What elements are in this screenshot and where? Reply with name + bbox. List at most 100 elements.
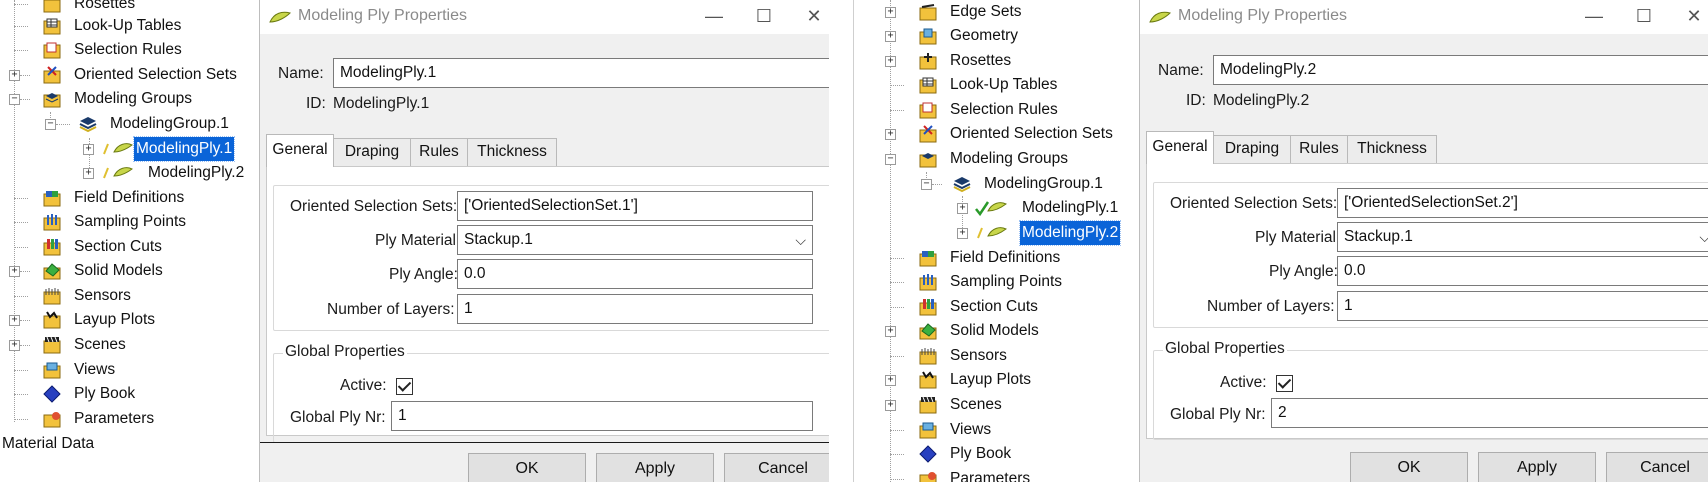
tab-general[interactable]: General bbox=[1146, 131, 1214, 164]
expand-icon[interactable]: + bbox=[83, 144, 94, 155]
ok-button[interactable]: OK bbox=[1350, 452, 1468, 482]
ply-material-select[interactable]: Stackup.1 ⌵ bbox=[1337, 222, 1708, 252]
tree-item-label: Scenes bbox=[74, 336, 126, 353]
ok-button[interactable]: OK bbox=[468, 453, 586, 482]
tree-item-selection-rules[interactable]: Selection Rules bbox=[854, 98, 1140, 122]
tree-item-ply-book[interactable]: Ply Book bbox=[0, 382, 260, 406]
tree-item-parameters[interactable]: Parameters bbox=[0, 407, 260, 431]
tab-rules[interactable]: Rules bbox=[410, 138, 468, 166]
expand-icon[interactable]: + bbox=[9, 266, 20, 277]
maximize-button[interactable]: ☐ bbox=[749, 4, 779, 28]
tab-thickness[interactable]: Thickness bbox=[1347, 135, 1437, 163]
tree-item-lookup-tables[interactable]: Look-Up Tables bbox=[0, 14, 260, 38]
left-tree-view[interactable]: Rosettes Look-Up Tables Selection Rules … bbox=[0, 0, 260, 482]
right-tree-view[interactable]: + Edge Sets + Geometry + Rosettes Look-U… bbox=[854, 0, 1140, 482]
expand-icon[interactable]: + bbox=[885, 56, 896, 67]
dialog-titlebar[interactable]: Modeling Ply Properties — ☐ ✕ bbox=[260, 0, 829, 34]
tree-item-modeling-group-1[interactable]: − ModelingGroup.1 bbox=[854, 172, 1140, 196]
tree-item-modeling-ply-1[interactable]: + ModelingPly.1 bbox=[854, 196, 1140, 220]
number-of-layers-field[interactable]: 1 bbox=[1337, 291, 1708, 321]
tab-thickness[interactable]: Thickness bbox=[467, 138, 557, 166]
tree-item-oriented-selection-sets[interactable]: + Oriented Selection Sets bbox=[854, 122, 1140, 146]
tree-item-sensors[interactable]: Sensors bbox=[0, 284, 260, 308]
tree-item-modeling-ply-2[interactable]: + ModelingPly.2 bbox=[854, 220, 1140, 246]
collapse-icon[interactable]: − bbox=[9, 94, 20, 105]
tree-item-scenes[interactable]: + Scenes bbox=[0, 333, 260, 357]
tree-item-oriented-selection-sets[interactable]: + Oriented Selection Sets bbox=[0, 63, 260, 87]
tree-item-lookup-tables[interactable]: Look-Up Tables bbox=[854, 73, 1140, 97]
tree-item-selection-rules[interactable]: Selection Rules bbox=[0, 38, 260, 62]
tree-item-sampling-points[interactable]: Sampling Points bbox=[0, 210, 260, 234]
tree-item-modeling-ply-2[interactable]: + ModelingPly.2 bbox=[0, 161, 260, 185]
oriented-selection-sets-field[interactable]: ['OrientedSelectionSet.2'] bbox=[1337, 188, 1708, 218]
cancel-button[interactable]: Cancel bbox=[1606, 452, 1708, 482]
tree-item-sensors[interactable]: Sensors bbox=[854, 344, 1140, 368]
ply-material-select[interactable]: Stackup.1 ⌵ bbox=[457, 225, 813, 255]
active-checkbox[interactable] bbox=[396, 378, 413, 395]
global-ply-nr-label: Global Ply Nr: bbox=[1170, 406, 1266, 423]
number-of-layers-field[interactable]: 1 bbox=[457, 294, 813, 324]
tree-item-field-definitions[interactable]: Field Definitions bbox=[0, 186, 260, 210]
collapse-icon[interactable]: − bbox=[921, 179, 932, 190]
minimize-button[interactable]: — bbox=[1579, 4, 1609, 28]
expand-icon[interactable]: + bbox=[885, 129, 896, 140]
expand-icon[interactable]: + bbox=[9, 315, 20, 326]
tab-general[interactable]: General bbox=[266, 134, 334, 167]
tree-item-modeling-groups[interactable]: − Modeling Groups bbox=[854, 147, 1140, 171]
selection-rules-icon bbox=[919, 102, 937, 119]
ply-angle-field[interactable]: 0.0 bbox=[1337, 256, 1708, 286]
tree-item-field-definitions[interactable]: Field Definitions bbox=[854, 246, 1140, 270]
tree-item-section-cuts[interactable]: Section Cuts bbox=[0, 235, 260, 259]
tree-item-sampling-points[interactable]: Sampling Points bbox=[854, 270, 1140, 294]
maximize-button[interactable]: ☐ bbox=[1629, 4, 1659, 28]
expand-icon[interactable]: + bbox=[83, 168, 94, 179]
minimize-button[interactable]: — bbox=[699, 4, 729, 28]
selection-rules-icon bbox=[43, 42, 61, 59]
dialog-titlebar[interactable]: Modeling Ply Properties — ☐ ✕ bbox=[1140, 0, 1708, 34]
expand-icon[interactable]: + bbox=[885, 400, 896, 411]
tree-item-layup-plots[interactable]: + Layup Plots bbox=[854, 368, 1140, 392]
tree-item-edge-sets[interactable]: + Edge Sets bbox=[854, 0, 1140, 24]
expand-icon[interactable]: + bbox=[885, 375, 896, 386]
apply-button[interactable]: Apply bbox=[1478, 452, 1596, 482]
tree-item-solid-models[interactable]: + Solid Models bbox=[854, 319, 1140, 343]
tree-item-views[interactable]: Views bbox=[854, 418, 1140, 442]
tree-item-geometry[interactable]: + Geometry bbox=[854, 24, 1140, 48]
tree-item-parameters[interactable]: Parameters bbox=[854, 467, 1140, 482]
tab-rules[interactable]: Rules bbox=[1290, 135, 1348, 163]
ply-angle-field[interactable]: 0.0 bbox=[457, 259, 813, 289]
tab-draping[interactable]: Draping bbox=[1213, 135, 1291, 163]
active-checkbox[interactable] bbox=[1276, 375, 1293, 392]
expand-icon[interactable]: + bbox=[885, 31, 896, 42]
expand-icon[interactable]: + bbox=[885, 7, 896, 18]
tree-item-views[interactable]: Views bbox=[0, 358, 260, 382]
name-field[interactable]: ModelingPly.1 bbox=[333, 58, 829, 88]
expand-icon[interactable]: + bbox=[9, 70, 20, 81]
expand-icon[interactable]: + bbox=[9, 340, 20, 351]
tree-item-material-data[interactable]: Material Data bbox=[0, 432, 260, 456]
collapse-icon[interactable]: − bbox=[45, 119, 56, 130]
layup-plots-icon bbox=[919, 371, 937, 389]
tree-item-solid-models[interactable]: + Solid Models bbox=[0, 259, 260, 283]
close-button[interactable]: ✕ bbox=[799, 4, 829, 28]
global-ply-nr-field[interactable]: 2 bbox=[1271, 398, 1708, 428]
close-button[interactable]: ✕ bbox=[1679, 4, 1708, 28]
apply-button[interactable]: Apply bbox=[596, 453, 714, 482]
tree-item-modeling-ply-1[interactable]: + ModelingPly.1 bbox=[0, 136, 260, 162]
tree-item-layup-plots[interactable]: + Layup Plots bbox=[0, 308, 260, 332]
oriented-selection-sets-field[interactable]: ['OrientedSelectionSet.1'] bbox=[457, 191, 813, 221]
expand-icon[interactable]: + bbox=[885, 326, 896, 337]
tab-draping[interactable]: Draping bbox=[333, 138, 411, 166]
name-field[interactable]: ModelingPly.2 bbox=[1213, 55, 1708, 85]
expand-icon[interactable]: + bbox=[957, 203, 968, 214]
tree-item-section-cuts[interactable]: Section Cuts bbox=[854, 295, 1140, 319]
expand-icon[interactable]: + bbox=[957, 228, 968, 239]
tree-item-rosettes[interactable]: + Rosettes bbox=[854, 49, 1140, 73]
tree-item-modeling-groups[interactable]: − Modeling Groups bbox=[0, 87, 260, 111]
global-ply-nr-field[interactable]: 1 bbox=[391, 401, 813, 431]
cancel-button[interactable]: Cancel bbox=[724, 453, 829, 482]
collapse-icon[interactable]: − bbox=[885, 154, 896, 165]
tree-item-ply-book[interactable]: Ply Book bbox=[854, 442, 1140, 466]
tree-item-modeling-group-1[interactable]: − ModelingGroup.1 bbox=[0, 112, 260, 136]
tree-item-scenes[interactable]: + Scenes bbox=[854, 393, 1140, 417]
